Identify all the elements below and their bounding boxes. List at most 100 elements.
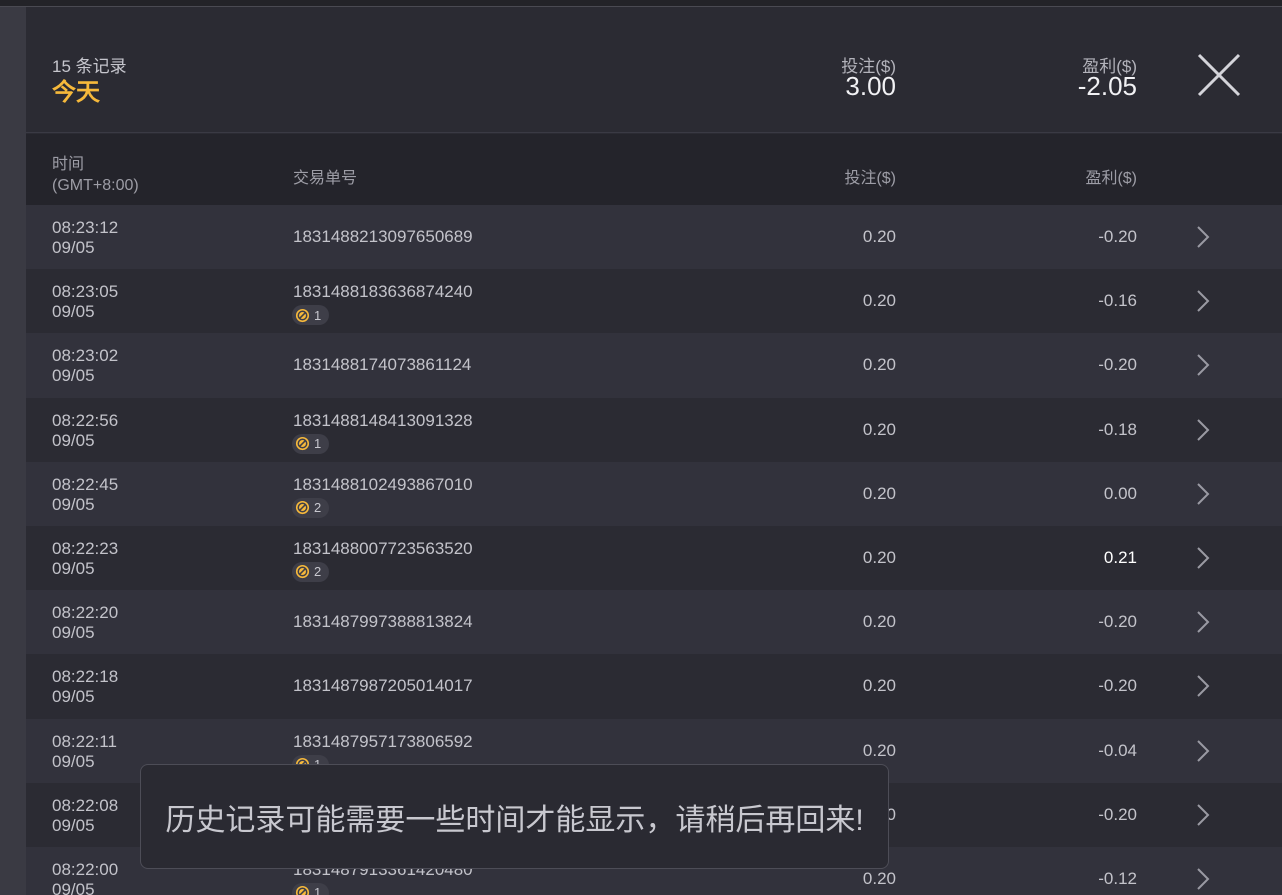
row-order-id: 1831488102493867010 bbox=[293, 474, 473, 494]
row-time-value: 08:22:18 bbox=[52, 667, 119, 687]
free-spin-badge: 2 bbox=[292, 561, 330, 582]
badge-count: 2 bbox=[314, 500, 322, 516]
row-profit: -0.16 bbox=[1098, 291, 1137, 311]
spin-icon bbox=[295, 565, 310, 579]
column-header-bet: 投注($) bbox=[844, 170, 896, 187]
table-row[interactable]: 08:22:20 09/05 1831487997388813824 0.20 -0.2… bbox=[26, 590, 1282, 655]
table-header: 时间 (GMT+8:00) 交易单号 投注($) 盈利($) bbox=[26, 134, 1282, 205]
spin-icon bbox=[295, 886, 310, 895]
row-date-value: 09/05 bbox=[52, 366, 95, 386]
summary-header: 15 条记录 今天 投注($) 3.00 盈利($) -2.05 bbox=[26, 8, 1282, 133]
row-time: 08:22:00 09/05 bbox=[52, 860, 118, 895]
row-order-id: 1831488174073861124 bbox=[293, 355, 472, 375]
period-label[interactable]: 今天 bbox=[52, 72, 100, 107]
bet-history-panel: 15 条记录 今天 投注($) 3.00 盈利($) -2.05 时间 (GMT… bbox=[26, 8, 1282, 895]
row-date-value: 09/05 bbox=[52, 558, 95, 578]
history-delay-toast: 历史记录可能需要一些时间才能显示，请稍后再回来! bbox=[140, 764, 889, 869]
row-profit: -0.20 bbox=[1098, 355, 1137, 375]
row-time: 08:23:05 09/05 bbox=[52, 282, 118, 322]
close-icon bbox=[1197, 53, 1241, 97]
row-order-id: 1831488213097650689 bbox=[293, 227, 473, 246]
chevron-right-icon[interactable] bbox=[1196, 739, 1210, 763]
free-spin-badge: 1 bbox=[292, 882, 330, 895]
row-time: 08:22:45 09/05 bbox=[52, 475, 118, 515]
column-header-order-id: 交易单号 bbox=[293, 170, 358, 187]
total-bet-value: 3.00 bbox=[845, 71, 896, 101]
row-time-value: 08:22:45 bbox=[52, 474, 119, 494]
row-time: 08:22:11 09/05 bbox=[52, 732, 117, 772]
row-order-id: 1831487997388813824 bbox=[293, 612, 473, 632]
column-header-time: 时间 bbox=[52, 156, 85, 173]
row-time: 08:22:08 09/05 bbox=[52, 796, 118, 836]
table-row[interactable]: 08:22:45 09/05 1831488102493867010 2 0.20 0.0… bbox=[26, 461, 1282, 526]
row-order-id: 1831488148413091328 bbox=[293, 410, 473, 430]
table-row[interactable]: 08:22:56 09/05 1831488148413091328 1 0.20 -0.… bbox=[26, 397, 1282, 462]
row-time-value: 08:22:56 bbox=[52, 410, 119, 430]
row-time: 08:23:12 09/05 bbox=[52, 218, 118, 258]
badge-count: 1 bbox=[314, 307, 322, 323]
row-time-value: 08:22:20 bbox=[52, 603, 119, 623]
chevron-right-icon[interactable] bbox=[1196, 353, 1210, 377]
close-button[interactable] bbox=[1196, 52, 1242, 98]
free-spin-badge: 1 bbox=[292, 305, 330, 326]
row-profit: 0.21 bbox=[1103, 547, 1137, 567]
row-time: 08:22:18 09/05 bbox=[52, 667, 118, 707]
chevron-right-icon[interactable] bbox=[1196, 674, 1210, 698]
toast-message: 历史记录可能需要一些时间才能显示，请稍后再回来! bbox=[165, 803, 864, 837]
chevron-right-icon[interactable] bbox=[1196, 225, 1210, 249]
row-date-value: 09/05 bbox=[52, 687, 95, 707]
row-profit: -0.20 bbox=[1098, 227, 1137, 246]
row-profit: -0.18 bbox=[1098, 419, 1137, 439]
row-time-value: 08:22:23 bbox=[52, 538, 119, 558]
row-time-value: 08:22:08 bbox=[52, 795, 119, 815]
chevron-right-icon[interactable] bbox=[1196, 803, 1210, 827]
row-profit: -0.20 bbox=[1098, 804, 1137, 824]
row-order-id: 1831488183636874240 bbox=[293, 282, 473, 302]
chevron-right-icon[interactable] bbox=[1196, 289, 1210, 313]
badge-count: 2 bbox=[314, 564, 322, 580]
free-spin-badge: 2 bbox=[292, 497, 330, 518]
row-time: 08:22:20 09/05 bbox=[52, 603, 118, 643]
row-date-value: 09/05 bbox=[52, 815, 95, 835]
chevron-right-icon[interactable] bbox=[1196, 867, 1210, 891]
total-profit-value: -2.05 bbox=[1077, 71, 1137, 101]
row-bet: 0.20 bbox=[862, 355, 896, 375]
column-header-timezone: (GMT+8:00) bbox=[52, 177, 139, 194]
row-profit: -0.20 bbox=[1098, 676, 1137, 696]
table-row[interactable]: 08:22:23 09/05 1831488007723563520 2 0.20 0.2… bbox=[26, 525, 1282, 591]
window-top-bar bbox=[0, 0, 1282, 7]
table-row[interactable]: 08:23:12 09/05 1831488213097650689 0.20 -0.2… bbox=[26, 205, 1282, 270]
row-date-value: 09/05 bbox=[52, 623, 95, 643]
row-time-value: 08:22:00 bbox=[52, 859, 119, 879]
row-date-value: 09/05 bbox=[52, 879, 95, 895]
row-time-value: 08:22:11 bbox=[52, 731, 117, 751]
row-profit: -0.20 bbox=[1098, 612, 1137, 632]
chevron-right-icon[interactable] bbox=[1196, 546, 1210, 570]
row-time-value: 08:23:05 bbox=[52, 282, 119, 302]
table-row[interactable]: 08:23:02 09/05 1831488174073861124 0.20 -0.2… bbox=[26, 333, 1282, 398]
badge-count: 1 bbox=[314, 885, 322, 895]
free-spin-badge: 1 bbox=[292, 433, 330, 454]
row-time-value: 08:23:02 bbox=[52, 346, 119, 366]
chevron-right-icon[interactable] bbox=[1196, 610, 1210, 634]
row-order-id: 1831487987205014017 bbox=[293, 676, 473, 696]
row-bet: 0.20 bbox=[862, 483, 896, 503]
row-date-value: 09/05 bbox=[52, 430, 95, 450]
row-order-id: 1831488007723563520 bbox=[293, 538, 473, 558]
chevron-right-icon[interactable] bbox=[1196, 418, 1210, 442]
chevron-right-icon[interactable] bbox=[1196, 482, 1210, 506]
row-bet: 0.20 bbox=[862, 227, 896, 246]
row-bet: 0.20 bbox=[862, 419, 896, 439]
row-time: 08:22:56 09/05 bbox=[52, 411, 118, 451]
row-bet: 0.20 bbox=[862, 547, 896, 567]
row-bet: 0.20 bbox=[862, 676, 896, 696]
row-time-value: 08:23:12 bbox=[52, 218, 119, 237]
column-header-profit: 盈利($) bbox=[1085, 170, 1137, 187]
table-row[interactable]: 08:22:18 09/05 1831487987205014017 0.20 -0.2… bbox=[26, 654, 1282, 719]
table-row[interactable]: 08:23:05 09/05 1831488183636874240 1 0.20 -0.… bbox=[26, 269, 1282, 334]
left-edge-strip bbox=[0, 7, 26, 895]
row-date-value: 09/05 bbox=[52, 238, 95, 257]
row-profit: -0.12 bbox=[1098, 868, 1137, 888]
spin-icon bbox=[295, 501, 310, 515]
row-date-value: 09/05 bbox=[52, 302, 95, 322]
